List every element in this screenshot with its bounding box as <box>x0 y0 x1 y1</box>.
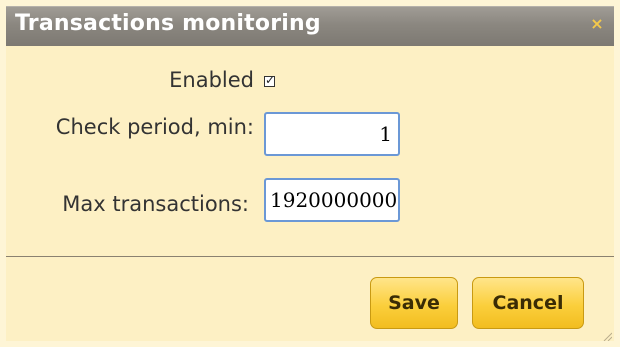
transactions-monitoring-dialog: Transactions monitoring × Enabled ✓ Chec… <box>0 0 620 347</box>
close-icon[interactable]: × <box>590 16 604 32</box>
dialog-titlebar[interactable]: Transactions monitoring × <box>6 6 614 46</box>
enabled-label: Enabled <box>169 68 254 92</box>
check-period-label: Check period, min: <box>55 115 254 139</box>
max-transactions-input[interactable]: 1920000000 <box>264 178 400 222</box>
max-transactions-label: Max transactions: <box>62 192 249 216</box>
save-button[interactable]: Save <box>370 277 458 329</box>
dialog-title: Transactions monitoring <box>15 11 321 36</box>
resize-grip-icon[interactable] <box>602 331 612 341</box>
dialog-footer: Save Cancel <box>6 257 614 341</box>
check-period-input[interactable]: 1 <box>264 112 400 156</box>
checkmark-icon: ✓ <box>265 73 276 87</box>
dialog-content: Enabled ✓ Check period, min: 1 Max trans… <box>6 46 614 256</box>
cancel-button[interactable]: Cancel <box>472 277 584 329</box>
enabled-checkbox[interactable]: ✓ <box>264 73 276 87</box>
